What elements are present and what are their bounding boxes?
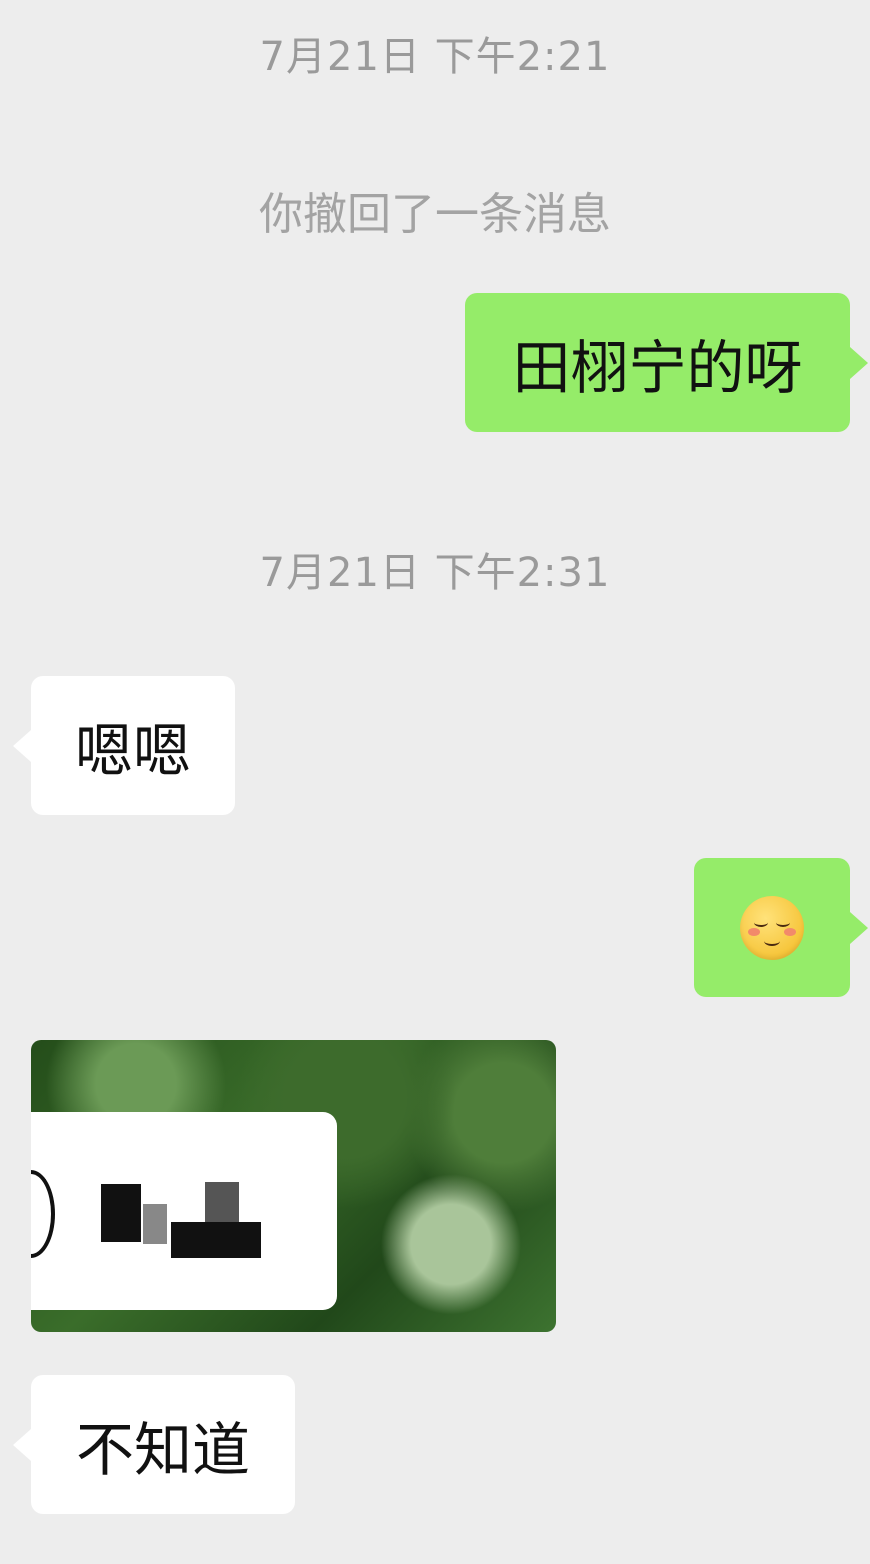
timestamp: 7月21日 下午2:21 [259, 34, 611, 80]
incoming-message-bubble[interactable]: 嗯嗯 [13, 676, 235, 815]
message-text: 嗯嗯 [74, 716, 191, 785]
recall-notice: 你撤回了一条消息 [259, 189, 611, 240]
image-embedded-card [31, 1112, 337, 1310]
message-text: 田栩宁的呀 [512, 333, 803, 402]
message-text: 不知道 [75, 1415, 250, 1484]
incoming-message-bubble[interactable]: 不知道 [13, 1375, 295, 1514]
pixelated-censor [101, 1184, 141, 1242]
timestamp: 7月21日 下午2:31 [259, 550, 611, 596]
incoming-image-message[interactable] [31, 1040, 556, 1332]
blushing-smile-emoji-icon [740, 895, 804, 960]
chat-conversation: 7月21日 下午2:21 你撤回了一条消息 田栩宁的呀 7月21日 下午2:31… [0, 0, 870, 1564]
outgoing-message-bubble[interactable]: 田栩宁的呀 [465, 293, 868, 432]
outgoing-emoji-bubble[interactable] [694, 858, 868, 997]
